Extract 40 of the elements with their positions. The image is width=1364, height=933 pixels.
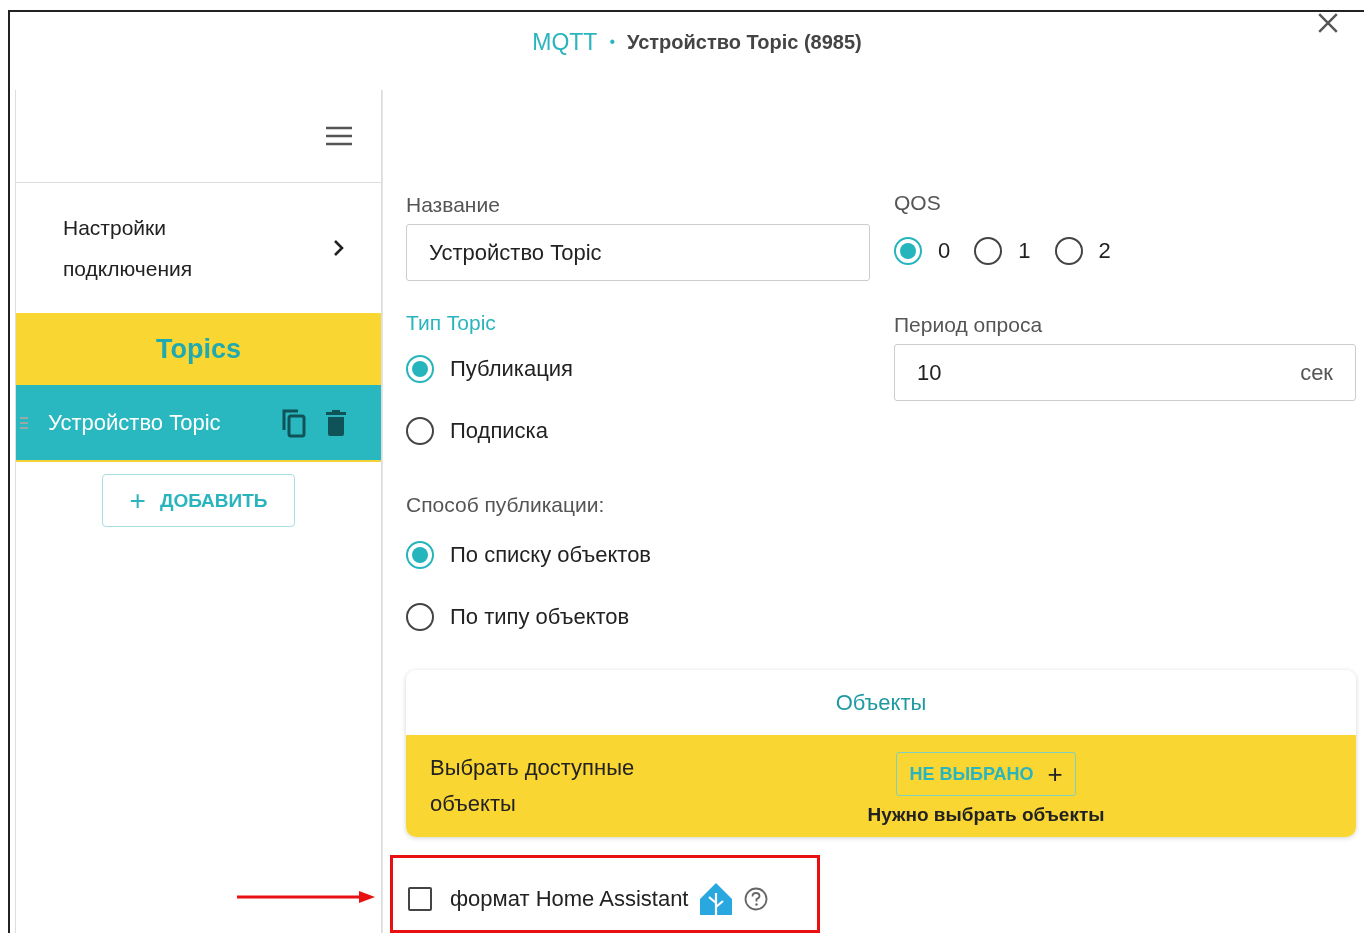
field-label: Название (406, 192, 501, 218)
select-objects-button[interactable]: НЕ ВЫБРАНО + (896, 752, 1076, 796)
checkbox-label: формат Home Assistant (450, 886, 689, 912)
trash-icon[interactable] (325, 408, 347, 437)
separator-dot: • (609, 33, 615, 51)
topic-name: Устройство Topic (48, 409, 222, 436)
sidebar-item[interactable]: Настройки подключения (16, 183, 381, 313)
objects-description: Выбрать доступные объекты (430, 754, 636, 818)
close-icon[interactable] (1317, 12, 1339, 34)
radio-option[interactable]: 1 (974, 237, 1031, 265)
radio-button[interactable] (406, 541, 434, 569)
card-title: Объекты (835, 689, 927, 716)
field-label: Тип Topic (406, 310, 497, 336)
field-label: Способ публикации: (406, 492, 606, 518)
radio-button[interactable] (406, 603, 434, 631)
radio-option[interactable]: Подписка (406, 400, 870, 462)
radio-option[interactable]: 0 (894, 237, 951, 265)
house-icon (698, 881, 735, 917)
chevron-right-icon (333, 239, 345, 257)
window-title: Устройство Topic (8985) (627, 30, 862, 54)
radio-button[interactable] (406, 355, 434, 383)
menu-icon[interactable] (325, 126, 353, 146)
radio-button[interactable] (894, 237, 922, 265)
radio-button[interactable] (406, 417, 434, 445)
radio-button[interactable] (974, 237, 1003, 265)
radio-option[interactable]: По типу объектов (406, 586, 1356, 648)
radio-option[interactable]: Публикация (406, 338, 870, 400)
help-icon[interactable] (744, 887, 769, 911)
radio-option[interactable]: 2 (1054, 237, 1111, 265)
field-label: QOS (894, 190, 942, 216)
copy-icon[interactable] (281, 407, 307, 438)
field-label: Период опроса (894, 312, 1044, 338)
checkbox[interactable] (408, 887, 432, 911)
drag-handle-icon[interactable] (20, 415, 28, 430)
section-header: Topics (16, 313, 381, 385)
name-field[interactable]: Устройство Topic (406, 224, 870, 281)
hint-text: Нужно выбрать объекты (867, 804, 1105, 826)
radio-option[interactable]: По списку объектов (406, 524, 1356, 586)
radio-button[interactable] (1054, 237, 1083, 265)
poll-period-field[interactable]: 10 сек (894, 344, 1356, 401)
